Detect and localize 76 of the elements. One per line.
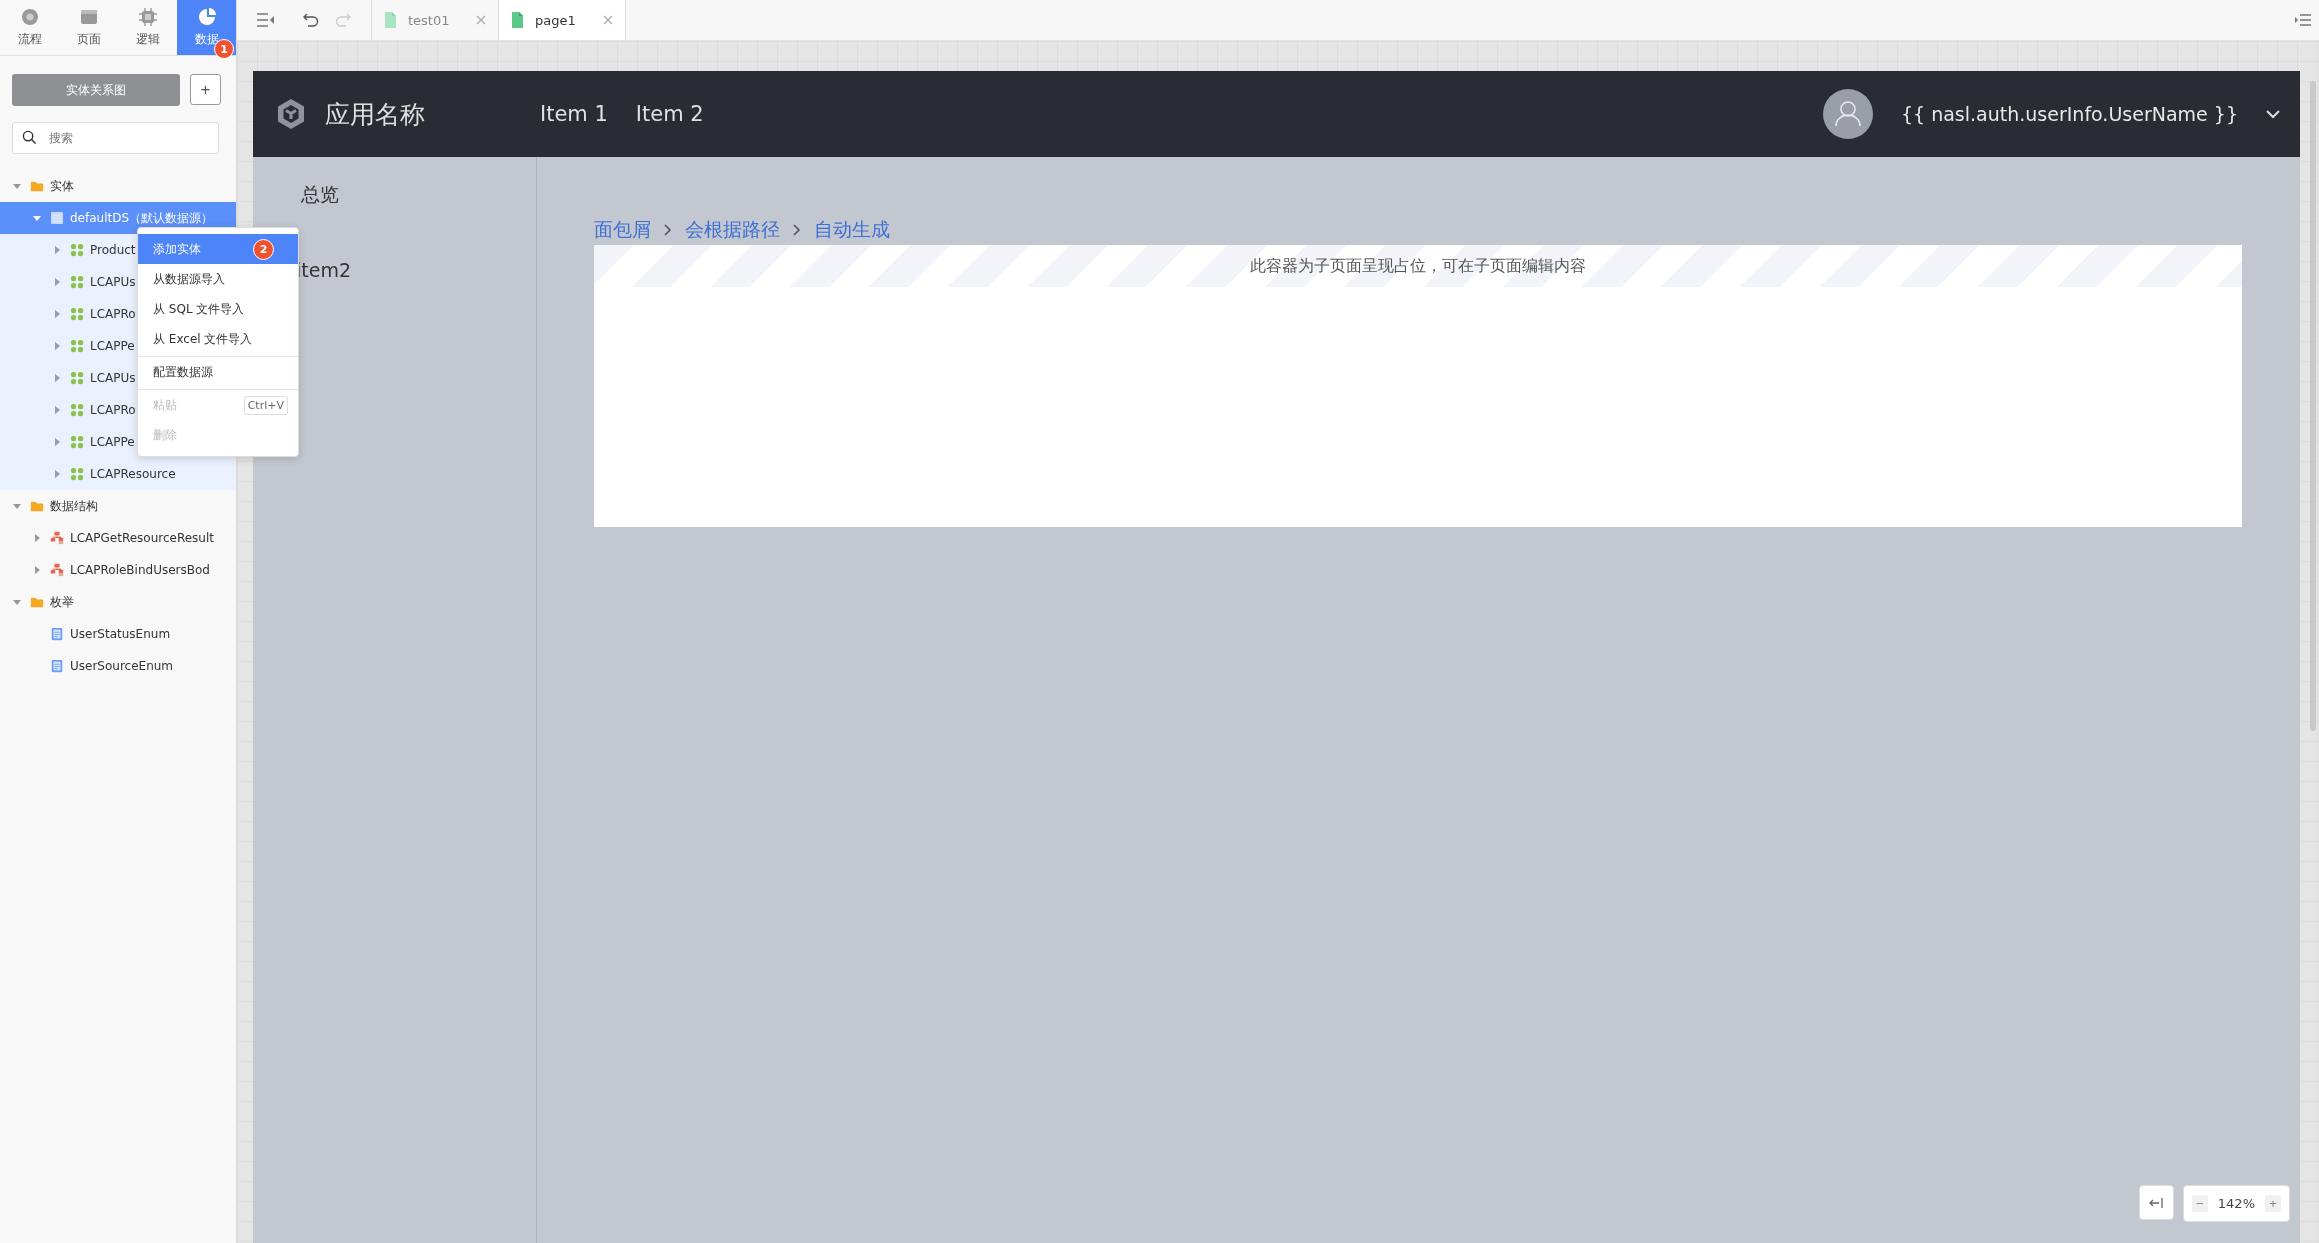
window-icon bbox=[79, 7, 98, 26]
caret-right-icon bbox=[52, 405, 62, 415]
pie-chart-icon bbox=[197, 7, 216, 26]
tree-item[interactable]: 数据结构 bbox=[0, 490, 236, 522]
folder-icon bbox=[30, 499, 44, 513]
tree-item[interactable]: UserSourceEnum bbox=[0, 650, 236, 682]
table-icon bbox=[50, 211, 64, 225]
grid-icon bbox=[70, 403, 84, 417]
tree-item[interactable]: UserStatusEnum bbox=[0, 618, 236, 650]
grid-icon bbox=[70, 371, 84, 385]
caret-right-icon bbox=[52, 437, 62, 447]
caret-right-icon bbox=[52, 341, 62, 351]
grid-icon bbox=[70, 467, 84, 481]
caret-down-icon bbox=[32, 213, 42, 223]
app-title: 应用名称 bbox=[325, 98, 425, 131]
tree-item[interactable]: 枚举 bbox=[0, 586, 236, 618]
menu-item[interactable]: 添加实体 2 bbox=[138, 234, 298, 264]
caret-down-icon bbox=[12, 597, 22, 607]
tab-label: test01 bbox=[408, 12, 451, 28]
close-icon bbox=[603, 15, 613, 25]
caret-right-icon bbox=[52, 373, 62, 383]
mode-tab[interactable]: 流程 bbox=[0, 0, 59, 55]
caret-right-icon bbox=[52, 309, 62, 319]
hierarchy-icon bbox=[50, 531, 64, 545]
scrollbar[interactable] bbox=[2310, 81, 2316, 731]
zoom-level: 142% bbox=[2217, 1196, 2255, 1211]
chip-icon bbox=[138, 7, 157, 26]
grid-icon bbox=[70, 243, 84, 257]
tree-item[interactable]: 实体 bbox=[0, 170, 236, 202]
folder-icon bbox=[30, 179, 44, 193]
list-icon bbox=[50, 659, 64, 673]
exit-button[interactable] bbox=[2138, 1185, 2174, 1220]
chevron-right-icon bbox=[793, 224, 801, 236]
file-icon bbox=[384, 12, 396, 28]
grid-icon bbox=[70, 339, 84, 353]
caret-right-icon bbox=[32, 533, 42, 543]
chevron-down-icon[interactable] bbox=[2266, 109, 2280, 119]
grid-icon bbox=[70, 275, 84, 289]
nav-link[interactable]: Item 2 bbox=[635, 102, 704, 126]
nav-link[interactable]: Item 1 bbox=[540, 102, 608, 126]
menu-item[interactable]: 配置数据源 bbox=[138, 356, 298, 387]
mode-tab[interactable]: 逻辑 bbox=[118, 0, 177, 55]
notification-badge: 2 bbox=[253, 238, 274, 260]
caret-right-icon bbox=[52, 245, 62, 255]
tree-item[interactable]: LCAPResource bbox=[0, 458, 236, 490]
circle-icon bbox=[20, 7, 39, 26]
caret-right-icon bbox=[32, 565, 42, 575]
tree-item[interactable]: LCAPGetResourceResult bbox=[0, 522, 236, 554]
caret-right-icon bbox=[52, 277, 62, 287]
caret-down-icon bbox=[12, 501, 22, 511]
hierarchy-icon bbox=[50, 563, 64, 577]
undo-icon[interactable] bbox=[303, 13, 319, 27]
caret-right-icon bbox=[52, 469, 62, 479]
shortcut-key: Ctrl+V bbox=[243, 395, 288, 415]
file-icon bbox=[511, 12, 523, 28]
file-tab[interactable]: page1 bbox=[499, 0, 626, 40]
search-field[interactable]: 搜索 bbox=[12, 122, 219, 154]
grid-icon bbox=[70, 435, 84, 449]
user-name[interactable]: {{ nasl.auth.userInfo.UserName }} bbox=[1900, 103, 2238, 125]
panel-toggle-icon[interactable] bbox=[2295, 14, 2311, 26]
grid-icon bbox=[70, 307, 84, 321]
tab-label: page1 bbox=[535, 12, 577, 28]
folder-icon bbox=[30, 595, 44, 609]
collapse-menu-icon[interactable] bbox=[257, 13, 275, 27]
side-nav-item[interactable]: 总览 bbox=[296, 182, 536, 204]
add-button[interactable]: + bbox=[190, 74, 221, 105]
close-icon bbox=[476, 15, 486, 25]
list-icon bbox=[50, 627, 64, 641]
tree-item[interactable]: LCAPRoleBindUsersBod bbox=[0, 554, 236, 586]
exit-icon bbox=[2149, 1196, 2164, 1209]
caret-down-icon bbox=[12, 181, 22, 191]
mode-tab[interactable]: 页面 bbox=[59, 0, 118, 55]
placeholder-text: 此容器为子页面呈现占位，可在子页面编辑内容 bbox=[1250, 255, 1586, 277]
avatar-icon[interactable] bbox=[1822, 89, 1873, 139]
logo-icon bbox=[275, 98, 307, 130]
chevron-right-icon bbox=[664, 224, 672, 236]
